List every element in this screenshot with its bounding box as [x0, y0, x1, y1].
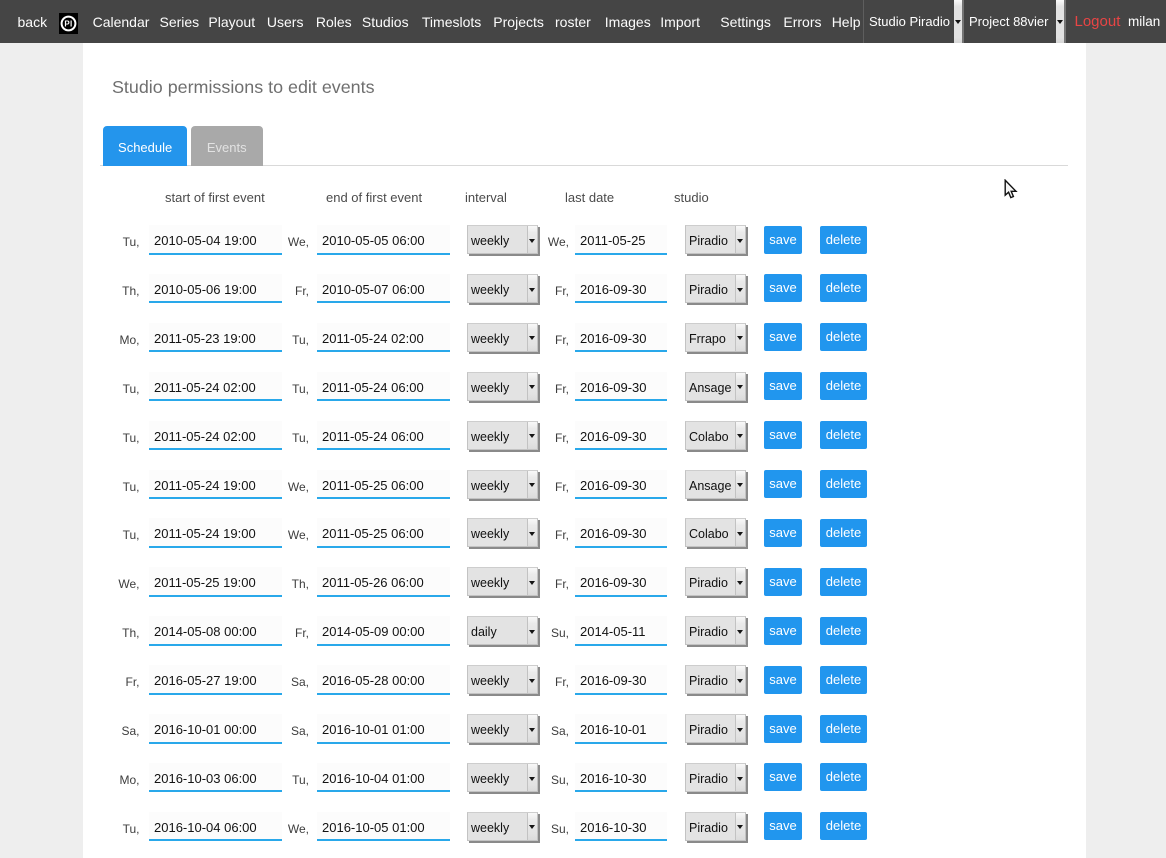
svg-text:PI: PI: [64, 19, 72, 28]
